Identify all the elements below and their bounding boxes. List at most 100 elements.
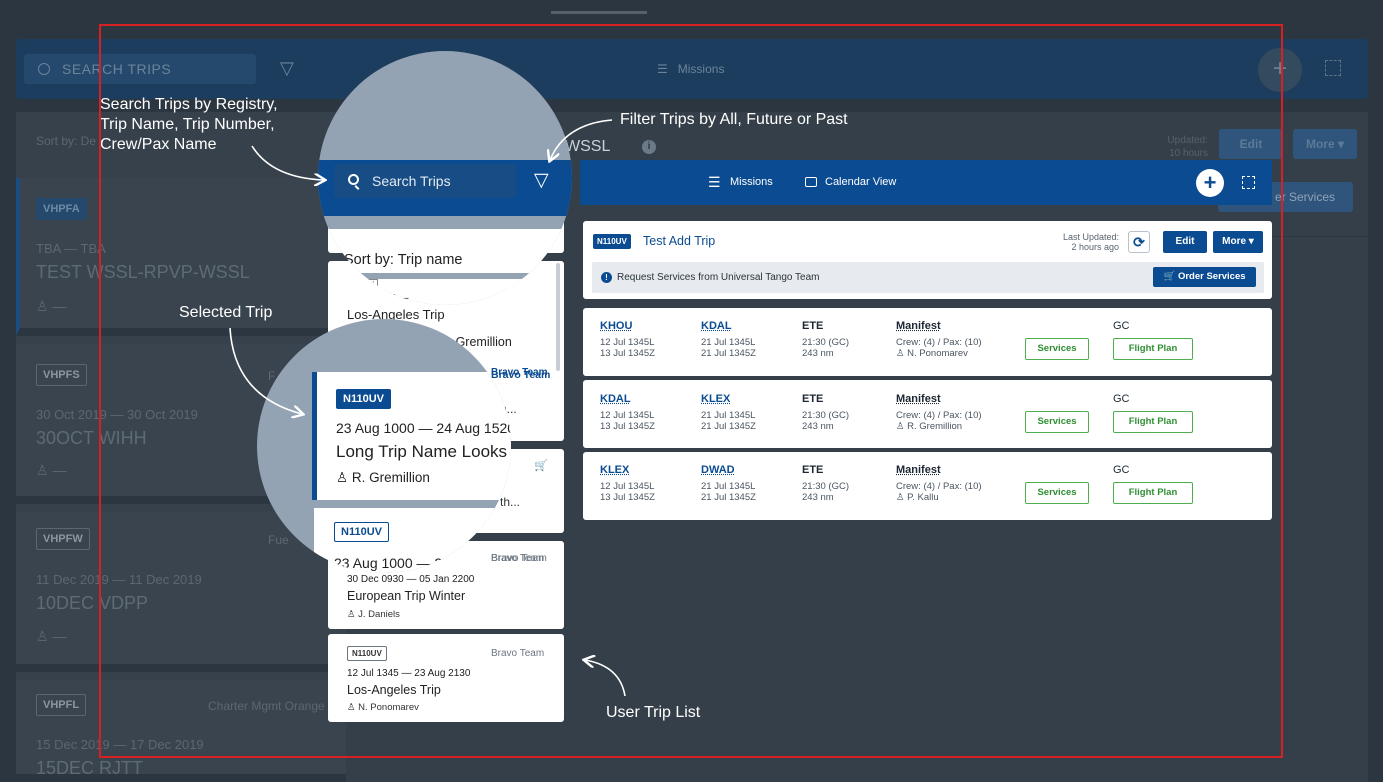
leg-manifest: Crew: (4) / Pax: (10) ♙ R. Gremillion (896, 410, 982, 432)
to-local: 21 Jul 1345L (701, 410, 756, 421)
expand-icon[interactable] (1242, 176, 1255, 189)
ete-value: 21:30 (GC) (802, 337, 849, 348)
manifest-link[interactable]: Manifest (896, 464, 941, 476)
to-zulu: 21 Jul 1345Z (701, 421, 756, 432)
trip-registry-tag: N110UV (344, 279, 378, 290)
bg-trip-dates: 11 Dec 2019 — 11 Dec 2019 (36, 572, 202, 587)
bg-team: Charter Mgmt Orange (208, 699, 325, 713)
search-input[interactable]: Search Trips (334, 164, 516, 198)
add-trip-button[interactable]: + (1196, 169, 1224, 197)
next-trip-card[interactable]: N110UV 23 Aug 1000 — 2 (314, 508, 511, 573)
trip-name: European Trip Winter (347, 589, 466, 603)
search-icon (38, 63, 50, 75)
crew-person: N. Ponomarev (907, 348, 968, 359)
leg-to-times: 21 Jul 1345L 21 Jul 1345Z (701, 481, 756, 503)
distance: 243 nm (802, 348, 834, 359)
services-button[interactable]: Services (1025, 338, 1089, 360)
crew-pax: Crew: (4) / Pax: (10) (896, 481, 982, 492)
bg-pax-line: ♙ — (36, 298, 67, 314)
bg-pax: — (52, 628, 67, 644)
leg-row[interactable]: KLEX 12 Jul 1345L 13 Jul 1345Z DWAD 21 Ju… (583, 452, 1272, 520)
bg-search-input[interactable]: SEARCH TRIPS (24, 54, 256, 84)
bg-missions-label: Missions (677, 62, 725, 76)
trip-pax-line: ♙ N. Ponomarev (347, 702, 419, 713)
trip-name: Los-Angeles Trip (347, 683, 441, 697)
leg-to-airport[interactable]: DWAD (701, 464, 735, 476)
missions-header: ☰ Missions Calendar View + (580, 160, 1272, 205)
leg-from-airport[interactable]: KLEX (600, 464, 629, 476)
from-local: 12 Jul 1345L (600, 410, 655, 421)
trip-registry-tag: N110UV (347, 646, 387, 661)
bg-trip-name: 10DEC VDPP (36, 593, 149, 613)
trip-dates: 12 Jul 1345 — 23 Aug 2130 (347, 668, 471, 679)
info-icon: ! (601, 272, 612, 283)
from-local: 12 Jul 1345L (600, 481, 655, 492)
last-updated-value: 2 hours ago (1071, 242, 1119, 252)
last-updated: Last Updated: 2 hours ago (1035, 232, 1119, 252)
to-local: 21 Jul 1345L (701, 337, 756, 348)
from-zulu: 13 Jul 1345Z (600, 421, 655, 432)
services-button[interactable]: Services (1025, 411, 1089, 433)
selected-trip-card[interactable]: N110UV 23 Aug 1000 — 24 Aug 1520 Long Tr… (312, 372, 511, 500)
bg-edit-button[interactable]: Edit (1219, 129, 1283, 159)
leg-row[interactable]: KHOU 12 Jul 1345L 13 Jul 1345Z KDAL 21 Ju… (583, 308, 1272, 376)
info-icon[interactable]: i (642, 140, 656, 154)
ete-label: ETE (802, 320, 824, 332)
leg-ete: 21:30 (GC) 243 nm (802, 410, 849, 432)
leg-from-times: 12 Jul 1345L 13 Jul 1345Z (600, 337, 655, 359)
tab-missions[interactable]: Missions (730, 176, 773, 188)
ete-label: ETE (802, 393, 824, 405)
manifest-link[interactable]: Manifest (896, 393, 941, 405)
leg-from-airport[interactable]: KHOU (600, 320, 632, 332)
leg-from-times: 12 Jul 1345L 13 Jul 1345Z (600, 410, 655, 432)
filter-icon[interactable]: ▽ (534, 169, 549, 192)
crew-pax: Crew: (4) / Pax: (10) (896, 410, 982, 421)
trip-dates: 12 Jul 1345 — (344, 293, 409, 304)
tab-calendar-view[interactable]: Calendar View (825, 176, 896, 188)
search-icon-handle (354, 185, 360, 190)
refresh-icon[interactable]: ⟳ (1128, 231, 1150, 253)
bg-filter-icon[interactable]: ▽ (280, 58, 294, 79)
edit-button[interactable]: Edit (1163, 231, 1207, 253)
crew-person: R. Gremillion (907, 421, 963, 432)
zoom-trip-card-top: N110UV 🛒 12 Jul 1345 — (328, 273, 572, 305)
bg-missions-tab[interactable]: ☰ Missions (657, 62, 724, 76)
request-services-bar: ! Request Services from Universal Tango … (592, 262, 1264, 293)
sort-label[interactable]: Sort by: Trip name (344, 252, 462, 268)
flight-plan-button[interactable]: Flight Plan (1113, 411, 1193, 433)
leg-to-airport[interactable]: KLEX (701, 393, 730, 405)
bg-sort-label[interactable]: Sort by: De (36, 134, 96, 148)
bg-registry-chip: VHPFL (36, 694, 87, 716)
top-bar (0, 0, 1383, 14)
trip-team: Bravo Team (491, 648, 545, 659)
leg-to-airport[interactable]: KDAL (701, 320, 732, 332)
order-services-button[interactable]: 🛒 Order Services (1153, 267, 1256, 287)
distance: 243 nm (802, 421, 834, 432)
bg-expand-icon[interactable] (1325, 60, 1341, 76)
trip-list-card[interactable]: N110UV Bravo Team 12 Jul 1345 — 23 Aug 2… (328, 634, 564, 722)
bg-trip-name: 30OCT WIHH (36, 428, 147, 448)
bg-more-button[interactable]: More ▾ (1293, 129, 1357, 159)
annotation-search: Search Trips by Registry, Trip Name, Tri… (100, 96, 278, 153)
bg-pax: — (52, 298, 67, 314)
crew-pax: Crew: (4) / Pax: (10) (896, 337, 982, 348)
ete-value: 21:30 (GC) (802, 410, 849, 421)
leg-ete: 21:30 (GC) 243 nm (802, 337, 849, 359)
leg-from-airport[interactable]: KDAL (600, 393, 631, 405)
from-zulu: 13 Jul 1345Z (600, 348, 655, 359)
annotation-selected-trip: Selected Trip (179, 304, 273, 321)
trip-dates: 23 Aug 1000 — 2 (334, 555, 443, 571)
bg-pax-line: ♙ — (36, 462, 67, 478)
leg-row[interactable]: KDAL 12 Jul 1345L 13 Jul 1345Z KLEX 21 Ju… (583, 380, 1272, 448)
manifest-link[interactable]: Manifest (896, 320, 941, 332)
more-button[interactable]: More ▾ (1213, 231, 1263, 253)
bg-trip-card[interactable]: VHPFL Charter Mgmt Orange 15 Dec 2019 — … (16, 680, 346, 782)
leg-from-times: 12 Jul 1345L 13 Jul 1345Z (600, 481, 655, 503)
bg-add-icon[interactable]: + (1258, 48, 1302, 92)
services-button[interactable]: Services (1025, 482, 1089, 504)
flight-plan-button[interactable]: Flight Plan (1113, 482, 1193, 504)
bg-trip-name: 15DEC RJTT (36, 758, 144, 778)
flight-plan-button[interactable]: Flight Plan (1113, 338, 1193, 360)
ete-label: ETE (802, 464, 824, 476)
to-zulu: 21 Jul 1345Z (701, 492, 756, 503)
